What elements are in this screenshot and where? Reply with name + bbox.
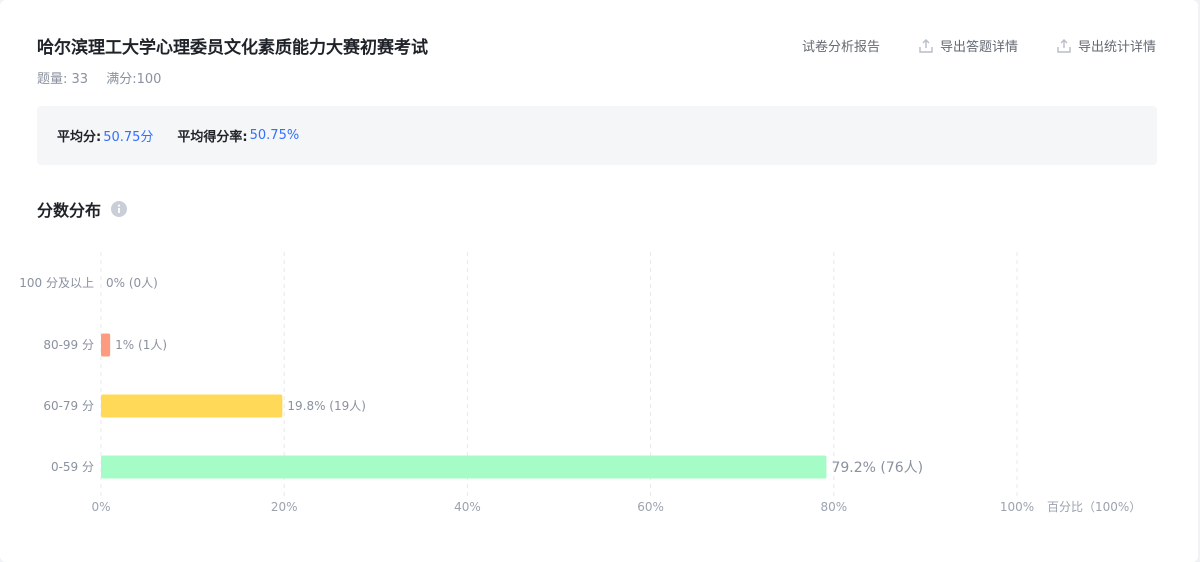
x-axis-title: 百分比（100%） [1047, 500, 1141, 514]
analysis-report-label: 试卷分析报告 [801, 40, 880, 55]
exam-title: 哈尔滨理工大学心理委员文化素质能力大赛初赛考试 [37, 38, 428, 58]
average-rate-value: 50.75% [249, 128, 300, 143]
score-distribution-heading: 分数分布 [37, 197, 128, 221]
bar-label: 79.2% (76人) [831, 460, 923, 476]
question-count: 题量: 33 [37, 72, 89, 87]
bar-label: 19.8% (19人) [287, 399, 366, 413]
score-distribution-chart: 0% 20% 40% 60% 80% 100% 百分比（100%） 100 分及以上 0% (0… [19, 252, 1141, 514]
average-rate-label: 平均得分率: [177, 130, 248, 145]
x-tick-label: 0% [91, 500, 110, 514]
score-summary: 平均分: 50.75分 平均得分率: 50.75% [37, 106, 1157, 165]
bar [101, 333, 111, 357]
x-tick-label: 80% [820, 500, 847, 514]
category-label: 100 分及以上 [19, 276, 94, 290]
analysis-report-link[interactable]: 试卷分析报告 [802, 36, 880, 55]
export-statistics-button[interactable]: 导出统计详情 [1056, 36, 1156, 55]
bar-label: 1% (1人) [115, 338, 167, 352]
x-tick-label: 20% [271, 500, 298, 514]
bar-label: 0% (0人) [106, 276, 158, 290]
x-tick-label: 60% [637, 500, 664, 514]
export-answer-details-label: 导出答题详情 [939, 40, 1018, 55]
export-statistics-label: 导出统计详情 [1077, 40, 1156, 55]
bar [101, 394, 283, 418]
upload-icon [1057, 38, 1071, 53]
category-label: 60-79 分 [43, 399, 94, 413]
exam-meta: 题量: 33 满分:100 [37, 68, 161, 87]
category-label: 80-99 分 [43, 338, 94, 352]
export-answer-details-button[interactable]: 导出答题详情 [918, 36, 1018, 55]
info-icon[interactable] [111, 201, 128, 217]
average-score-value: 50.75分 [103, 130, 154, 145]
x-tick-label: 40% [454, 500, 481, 514]
exam-analysis-card: 哈尔滨理工大学心理委员文化素质能力大赛初赛考试 题量: 33 满分:100 试卷… [0, 0, 1198, 562]
category-label: 0-59 分 [51, 460, 94, 474]
x-tick-label: 100% [1000, 500, 1034, 514]
section-title: 分数分布 [37, 201, 102, 220]
bar [101, 455, 827, 479]
upload-icon [919, 38, 933, 53]
full-score: 满分:100 [106, 72, 162, 87]
header-actions: 试卷分析报告 导出答题详情 导出统计详情 [802, 36, 1156, 55]
average-score-label: 平均分: [57, 130, 102, 145]
